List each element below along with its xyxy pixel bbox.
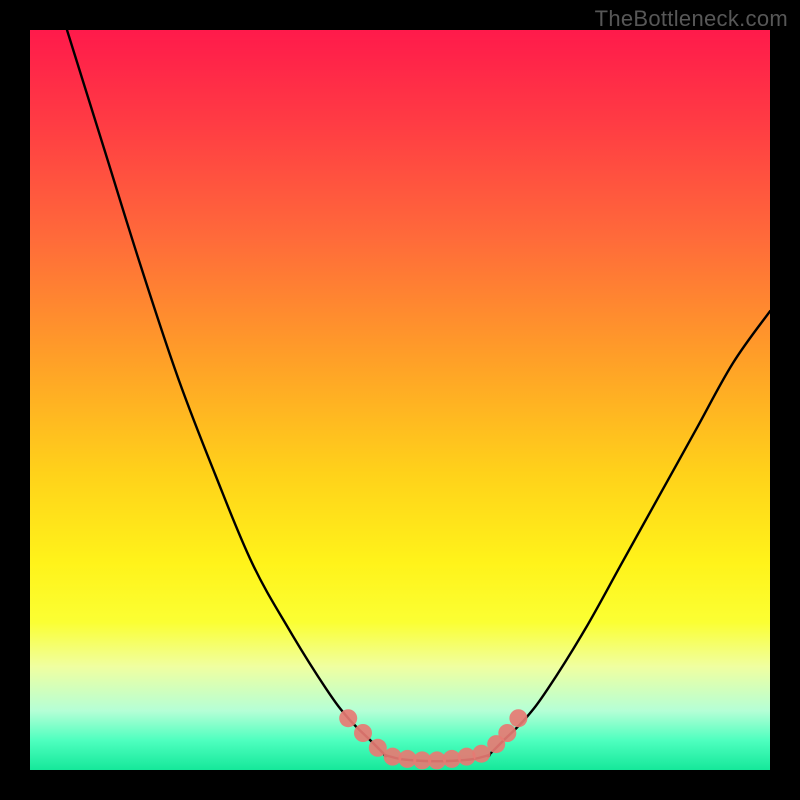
valley-marker [339,709,357,727]
valley-marker [472,745,490,763]
watermark-text: TheBottleneck.com [595,6,788,32]
chart-frame: TheBottleneck.com [0,0,800,800]
bottleneck-curve [67,30,770,761]
valley-marker [498,724,516,742]
plot-area [30,30,770,770]
valley-marker [354,724,372,742]
valley-marker [458,748,476,766]
curve-layer [30,30,770,770]
valley-marker [509,709,527,727]
